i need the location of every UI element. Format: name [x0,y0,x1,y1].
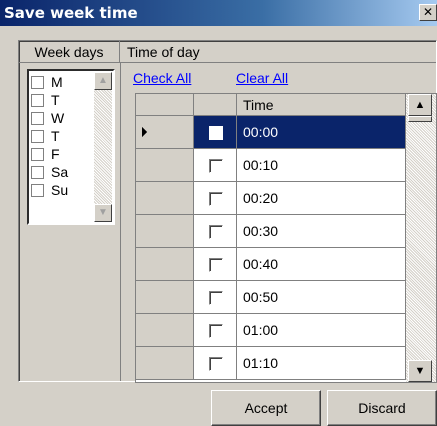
grid-scroll-down-button[interactable]: ▼ [408,360,432,382]
row-checkbox[interactable] [209,192,223,206]
close-icon: ✕ [422,5,434,19]
week-days-list[interactable]: M T W T F Sa Su ▲ ▼ [27,69,115,225]
week-day-checkbox[interactable] [31,183,44,197]
row-time: 01:00 [237,314,406,347]
row-time: 00:10 [237,149,406,182]
grid-header-check [194,94,237,116]
row-selector[interactable] [136,314,194,347]
row-check-cell [194,281,237,314]
grid-row[interactable]: 00:00 [136,116,406,149]
grid-row[interactable]: 00:20 [136,182,406,215]
row-checkbox[interactable] [209,126,223,140]
row-checkbox[interactable] [209,357,223,371]
scroll-up-icon: ▲ [414,99,426,111]
discard-button[interactable]: Discard [327,390,437,426]
row-check-cell [194,248,237,281]
row-time: 00:50 [237,281,406,314]
row-check-cell [194,314,237,347]
window-title: Save week time [4,4,138,22]
scroll-down-button[interactable]: ▼ [94,204,112,222]
week-day-item[interactable]: M [31,73,89,91]
row-check-cell [194,347,237,380]
grid-row[interactable]: 00:50 [136,281,406,314]
grid-row[interactable]: 00:10 [136,149,406,182]
dialog-window: Save week time ✕ Week days Time of day M… [0,0,437,426]
grid-header-time[interactable]: Time [237,94,406,116]
row-selector[interactable] [136,116,194,149]
week-day-label: F [51,146,60,162]
row-selector[interactable] [136,347,194,380]
clear-all-link[interactable]: Clear All [236,69,288,87]
week-day-checkbox[interactable] [31,93,44,107]
grid-header-selector [136,94,194,116]
week-day-label: Sa [51,164,69,180]
scroll-down-icon: ▼ [414,365,426,377]
row-selector[interactable] [136,248,194,281]
row-checkbox[interactable] [209,324,223,338]
grid-scroll-up-button[interactable]: ▲ [408,94,432,116]
week-day-label: T [51,92,60,108]
week-day-label: M [51,74,63,90]
scroll-up-button[interactable]: ▲ [94,72,112,90]
week-day-label: W [51,110,65,126]
row-selector[interactable] [136,149,194,182]
week-day-label: T [51,128,60,144]
week-day-checkbox[interactable] [31,129,44,143]
check-all-link[interactable]: Check All [133,69,191,87]
column-divider [120,63,121,381]
accept-button[interactable]: Accept [211,390,321,426]
row-checkbox[interactable] [209,258,223,272]
week-days-scrollbar[interactable]: ▲ ▼ [94,72,112,222]
main-frame: Week days Time of day M T W T F Sa Su ▲ ▼ Chec… [18,40,437,383]
week-day-checkbox[interactable] [31,165,44,179]
grid-scrollbar[interactable]: ▲ ▼ [406,94,436,382]
row-check-cell [194,116,237,149]
row-check-cell [194,215,237,248]
row-selector[interactable] [136,215,194,248]
row-time: 00:30 [237,215,406,248]
week-days-items: M T W T F Sa Su [31,73,89,199]
week-day-item[interactable]: T [31,91,89,109]
week-day-checkbox[interactable] [31,111,44,125]
row-time: 00:20 [237,182,406,215]
row-checkbox[interactable] [209,225,223,239]
scroll-down-icon: ▼ [98,207,108,218]
time-of-day-header: Time of day [127,44,200,60]
time-grid: Time 00:00 00:10 00:20 00:30 00:40 00:50 01:00… [135,93,437,383]
row-selector[interactable] [136,281,194,314]
grid-row[interactable]: 01:00 [136,314,406,347]
week-day-checkbox[interactable] [31,147,44,161]
title-bar: Save week time ✕ [0,0,437,26]
row-selector[interactable] [136,182,194,215]
grid-scroll-thumb[interactable] [408,116,432,122]
grid-header-row: Time [136,94,406,116]
row-check-cell [194,149,237,182]
row-time: 00:40 [237,248,406,281]
scroll-up-icon: ▲ [98,75,108,86]
grid-row[interactable]: 01:10 [136,347,406,380]
row-check-cell [194,182,237,215]
row-pointer-icon [142,127,147,137]
grid-row[interactable]: 00:40 [136,248,406,281]
week-day-item[interactable]: Sa [31,163,89,181]
row-time: 00:00 [237,116,406,149]
week-day-item[interactable]: T [31,127,89,145]
week-day-item[interactable]: Su [31,181,89,199]
row-checkbox[interactable] [209,291,223,305]
grid-row[interactable]: 00:30 [136,215,406,248]
header-row: Week days Time of day [19,41,436,63]
week-day-checkbox[interactable] [31,75,44,89]
row-checkbox[interactable] [209,159,223,173]
close-button[interactable]: ✕ [419,4,437,21]
week-day-item[interactable]: F [31,145,89,163]
week-day-item[interactable]: W [31,109,89,127]
week-day-label: Su [51,182,69,198]
row-time: 01:10 [237,347,406,380]
week-days-header: Week days [19,41,120,63]
